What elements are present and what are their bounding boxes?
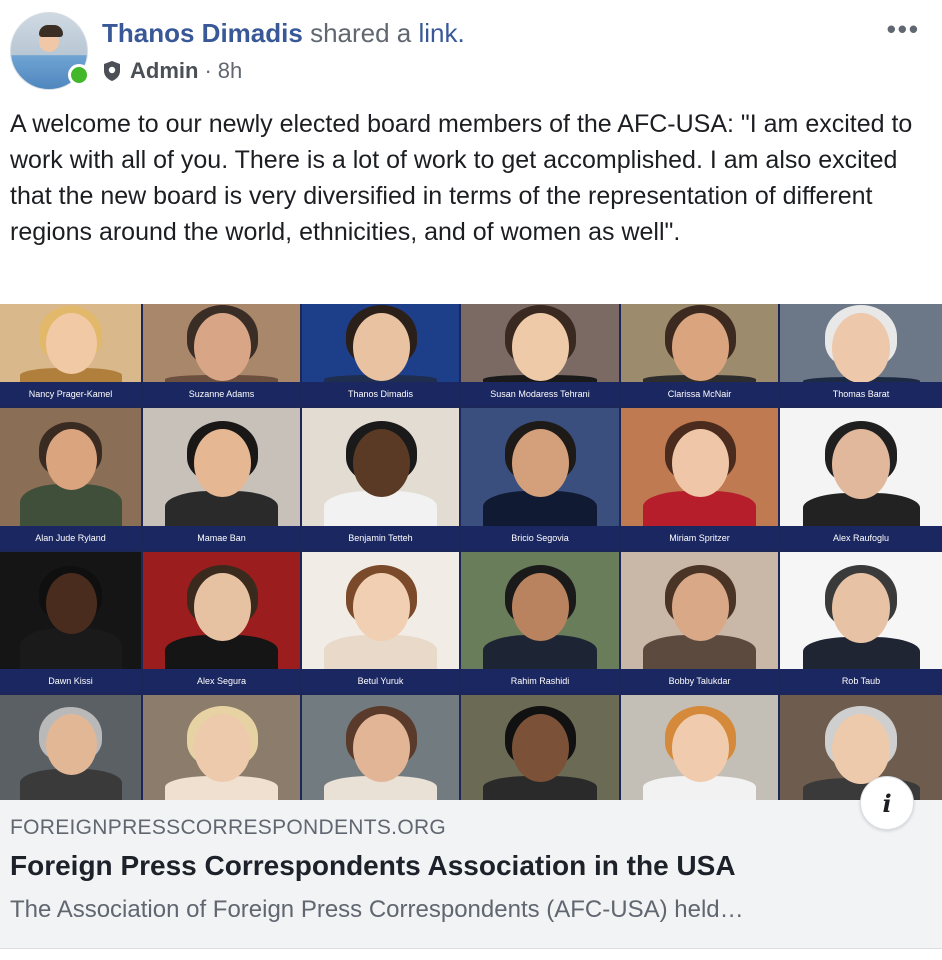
board-member-photo: Nancy Prager-Kamel <box>0 304 141 406</box>
board-member-photo: Alan Jude Ryland <box>0 408 141 550</box>
person-face <box>512 573 569 641</box>
board-member-photo <box>0 695 141 800</box>
shared-link-link[interactable]: link. <box>418 18 464 48</box>
board-member-photo: Rahim Rashidi <box>461 552 619 693</box>
person-face <box>194 429 251 497</box>
board-member-photo <box>621 695 778 800</box>
board-member-name: Susan Modaress Tehrani <box>461 382 619 406</box>
person-face <box>46 313 97 374</box>
board-member-photo: Miriam Spritzer <box>621 408 778 550</box>
link-preview-card[interactable]: Nancy Prager-Kamel Suzanne Adams Thanos Di… <box>0 304 942 949</box>
board-member-photo: Dawn Kissi <box>0 552 141 693</box>
author-line: Thanos Dimadis shared a link. <box>102 18 465 49</box>
meta-separator: · <box>204 58 212 83</box>
author-name-link[interactable]: Thanos Dimadis <box>102 18 303 48</box>
board-member-name: Clarissa McNair <box>621 382 778 406</box>
person-face <box>672 714 729 782</box>
board-member-photo: Benjamin Tetteh <box>302 408 459 550</box>
board-member-name: Bricio Segovia <box>461 526 619 550</box>
board-member-photo <box>302 695 459 800</box>
person-face <box>46 429 97 490</box>
link-description: The Association of Foreign Press Corresp… <box>10 896 744 923</box>
board-member-name: Betul Yuruk <box>302 669 459 693</box>
link-domain: FOREIGNPRESSCORRESPONDENTS.ORG <box>10 816 447 839</box>
board-member-photo: Rob Taub <box>780 552 942 693</box>
board-member-name: Alan Jude Ryland <box>0 526 141 550</box>
person-face <box>512 313 569 381</box>
person-face <box>832 313 890 383</box>
online-status-icon <box>68 64 90 86</box>
person-face <box>672 313 729 381</box>
avatar-hair <box>39 25 63 37</box>
person-face <box>353 573 410 641</box>
person-face <box>46 573 97 634</box>
board-member-photo: Mamae Ban <box>143 408 300 550</box>
post-meta: Admin · 8h <box>102 58 242 84</box>
board-member-photo: Betul Yuruk <box>302 552 459 693</box>
person-face <box>353 429 410 497</box>
board-member-name: Bobby Talukdar <box>621 669 778 693</box>
board-member-name: Rahim Rashidi <box>461 669 619 693</box>
board-member-photo: Clarissa McNair <box>621 304 778 406</box>
board-member-name: Miriam Spritzer <box>621 526 778 550</box>
person-face <box>194 313 251 381</box>
person-body <box>20 484 122 530</box>
person-face <box>512 429 569 497</box>
person-face <box>672 429 729 497</box>
board-members-grid: Nancy Prager-Kamel Suzanne Adams Thanos Di… <box>0 304 942 800</box>
board-member-name: Suzanne Adams <box>143 382 300 406</box>
board-member-photo: Bobby Talukdar <box>621 552 778 693</box>
board-member-photo: Bricio Segovia <box>461 408 619 550</box>
board-member-name: Alex Segura <box>143 669 300 693</box>
link-meta[interactable]: FOREIGNPRESSCORRESPONDENTS.ORG Foreign P… <box>0 800 942 949</box>
board-member-name: Mamae Ban <box>143 526 300 550</box>
board-member-photo <box>780 695 942 800</box>
board-member-name: Thanos Dimadis <box>302 382 459 406</box>
role-label: Admin <box>130 58 199 83</box>
post-text: A welcome to our newly elected board mem… <box>10 110 913 246</box>
shield-icon <box>104 61 120 81</box>
person-body <box>20 628 122 673</box>
board-member-name: Thomas Barat <box>780 382 942 406</box>
person-face <box>194 573 251 641</box>
board-member-name: Benjamin Tetteh <box>302 526 459 550</box>
board-member-photo: Alex Raufoglu <box>780 408 942 550</box>
link-title[interactable]: Foreign Press Correspondents Association… <box>10 850 736 882</box>
board-member-name: Alex Raufoglu <box>780 526 942 550</box>
board-member-photo: Thanos Dimadis <box>302 304 459 406</box>
board-member-name: Dawn Kissi <box>0 669 141 693</box>
person-face <box>353 313 410 381</box>
person-face <box>832 714 890 784</box>
board-member-name: Rob Taub <box>780 669 942 693</box>
link-preview-image[interactable]: Nancy Prager-Kamel Suzanne Adams Thanos Di… <box>0 304 942 800</box>
info-icon[interactable]: i <box>860 776 914 830</box>
board-member-photo: Susan Modaress Tehrani <box>461 304 619 406</box>
board-member-photo: Suzanne Adams <box>143 304 300 406</box>
person-face <box>512 714 569 782</box>
board-member-photo <box>461 695 619 800</box>
person-face <box>832 429 890 499</box>
person-face <box>46 714 97 775</box>
person-face <box>672 573 729 641</box>
board-member-photo: Thomas Barat <box>780 304 942 406</box>
person-face <box>194 714 251 782</box>
board-member-photo: Alex Segura <box>143 552 300 693</box>
post-time-link[interactable]: 8h <box>218 58 242 84</box>
person-face <box>353 714 410 782</box>
post-header: Thanos Dimadis shared a link. Admin · 8h… <box>0 0 942 100</box>
ellipsis-icon[interactable]: ••• <box>887 14 920 45</box>
person-face <box>832 573 890 643</box>
board-member-photo <box>143 695 300 800</box>
board-member-name: Nancy Prager-Kamel <box>0 382 141 406</box>
author-action: shared a <box>310 18 412 48</box>
